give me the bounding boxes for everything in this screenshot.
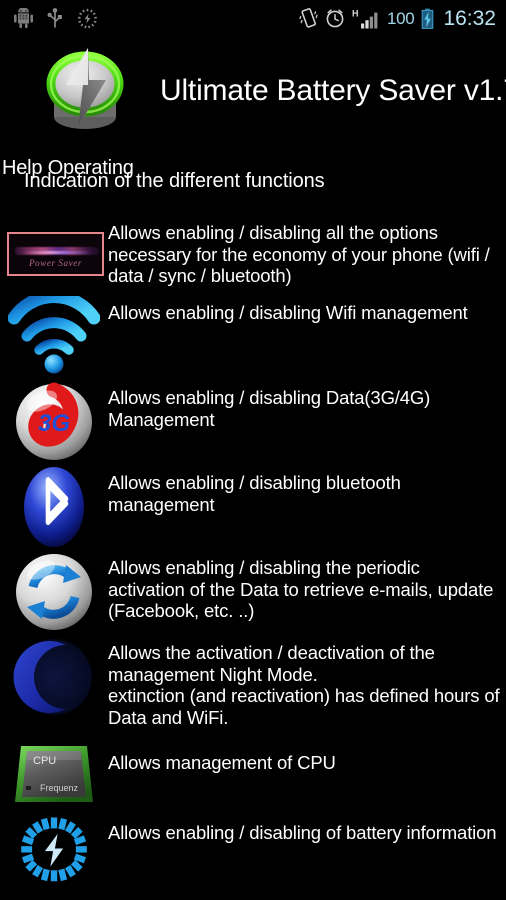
list-item[interactable]: Power Saver Allows enabling / disabling … xyxy=(0,212,506,287)
page-title: Ultimate Battery Saver v1.7 xyxy=(160,74,506,107)
cpu-caption: CPU xyxy=(33,755,56,767)
wifi-icon[interactable] xyxy=(0,296,108,378)
night-mode-moon-icon[interactable] xyxy=(0,636,108,718)
ultimate-battery-saver-logo xyxy=(36,38,134,138)
list-item-label: Allows management of CPU xyxy=(108,752,336,773)
alarm-clock-icon xyxy=(326,9,344,28)
list-item[interactable]: Allows enabling / disabling the periodic… xyxy=(0,551,506,633)
charging-bolt-icon xyxy=(422,8,434,29)
app-header: Ultimate Battery Saver v1.7 Help Operati… xyxy=(0,36,506,179)
list-item[interactable]: Allows the activation / deactivation of … xyxy=(0,636,506,728)
data-3g-icon[interactable]: 3G xyxy=(0,381,108,463)
list-item-label: Allows the activation / deactivation of … xyxy=(108,642,500,728)
list-item[interactable]: CPU Frequenz Allows management of CPU xyxy=(0,730,506,812)
sync-icon[interactable] xyxy=(0,551,108,633)
svg-text:3G: 3G xyxy=(38,410,70,437)
battery-info-icon[interactable] xyxy=(0,812,108,894)
android-robot-icon xyxy=(14,8,33,28)
list-item[interactable]: Allows enabling / disabling of battery i… xyxy=(0,812,506,894)
battery-percent-label: 100 xyxy=(386,8,415,28)
usb-icon xyxy=(47,7,62,27)
status-bar-right-icons: H 100 16:32 xyxy=(299,8,506,29)
status-bar-left-icons xyxy=(0,7,98,29)
power-saver-banner-icon[interactable]: Power Saver xyxy=(0,212,108,276)
power-saver-banner-caption: Power Saver xyxy=(29,258,82,268)
list-item[interactable]: Allows enabling / disabling bluetooth ma… xyxy=(0,466,506,548)
svg-text:H: H xyxy=(352,8,359,18)
cpu-chip-icon[interactable]: CPU Frequenz xyxy=(0,730,108,812)
battery-circle-icon xyxy=(77,8,97,28)
list-item-label: Allows enabling / disabling the periodic… xyxy=(108,557,494,621)
status-bar: H 100 16:32 xyxy=(0,0,506,36)
list-item[interactable]: 3G Allows enabling / disabling Data(3G/4… xyxy=(0,381,506,463)
bluetooth-icon[interactable] xyxy=(0,466,108,548)
list-item-label: Allows enabling / disabling Wifi managem… xyxy=(108,302,468,323)
list-item-label: Allows enabling / disabling bluetooth ma… xyxy=(108,472,401,515)
app-screen: H 100 16:32 Ultimate Battery Saver v1.7 … xyxy=(0,0,506,900)
list-item[interactable]: Allows enabling / disabling Wifi managem… xyxy=(0,296,506,378)
section-title: Indication of the different functions xyxy=(24,170,325,192)
list-item-label: Allows enabling / disabling of battery i… xyxy=(108,822,497,843)
cpu-subcaption: Frequenz xyxy=(40,783,79,793)
signal-h-icon: H xyxy=(352,8,378,28)
vibrate-icon xyxy=(299,8,318,28)
clock-label: 16:32 xyxy=(443,6,496,30)
list-item-label: Allows enabling / disabling Data(3G/4G) … xyxy=(108,387,431,430)
list-item-label: Allows enabling / disabling all the opti… xyxy=(108,222,490,286)
